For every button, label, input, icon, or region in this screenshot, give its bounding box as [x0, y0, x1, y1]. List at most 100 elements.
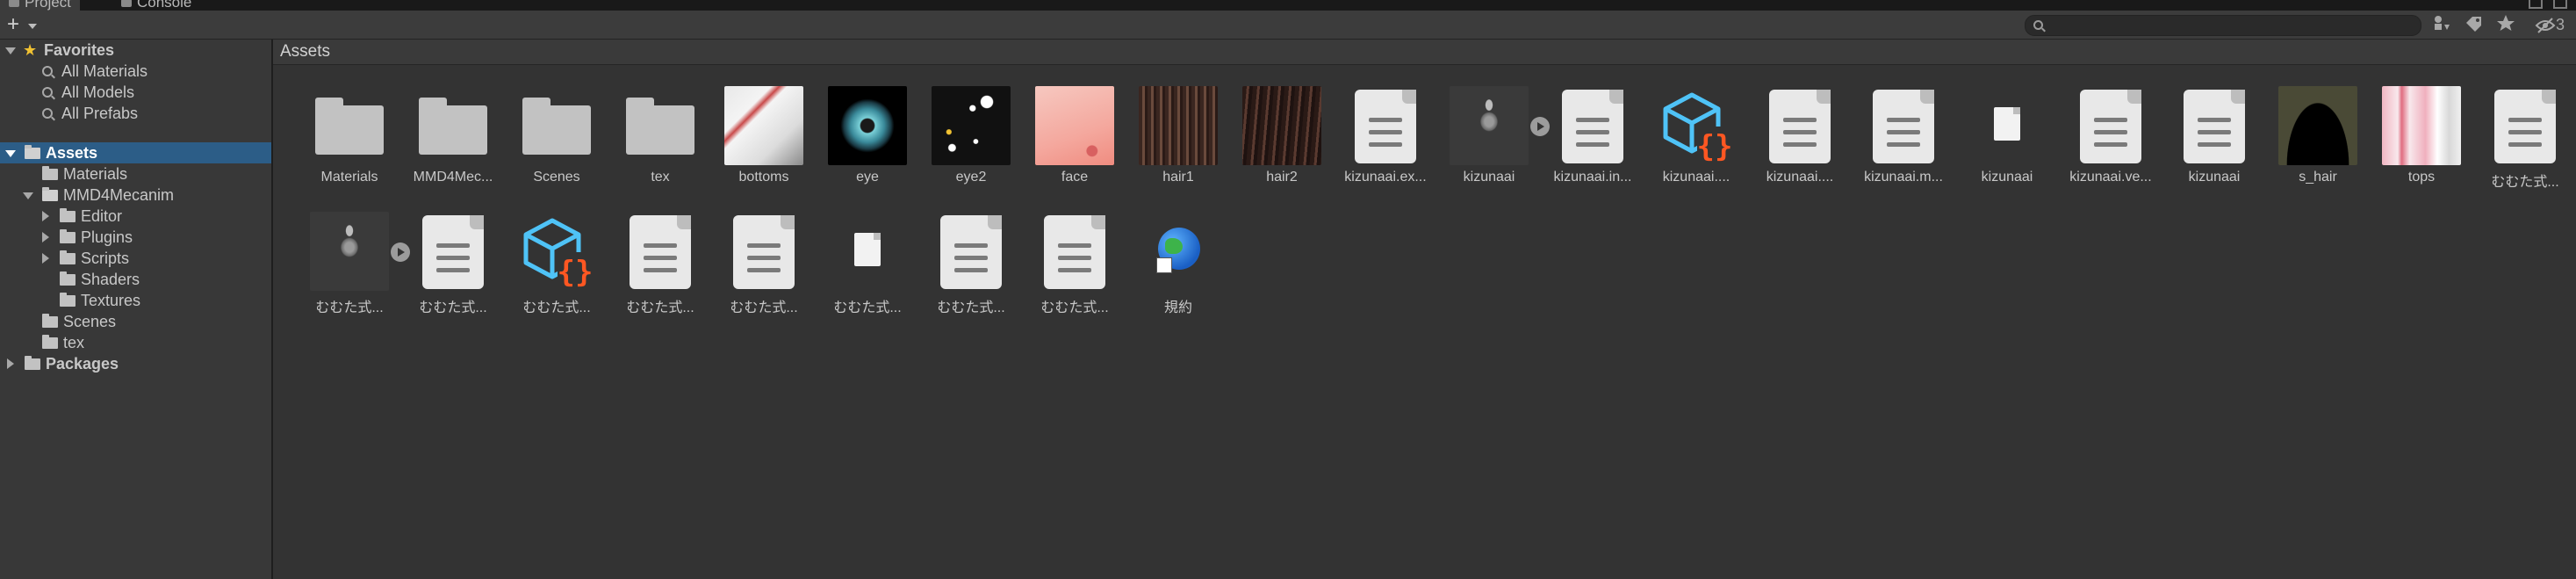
asset-item[interactable]: tex — [608, 79, 712, 193]
tree-item-scenes[interactable]: Scenes — [0, 311, 271, 332]
asset-item[interactable]: kizunaai — [2162, 79, 2266, 193]
asset-item[interactable]: eye2 — [919, 79, 1023, 193]
eye-slash-icon — [2535, 18, 2556, 33]
expand-arrow-icon[interactable] — [42, 211, 49, 221]
tree-item-packages[interactable]: Packages — [0, 353, 271, 374]
expand-arrow-icon[interactable] — [42, 253, 49, 264]
document-icon — [422, 215, 484, 289]
tab-console[interactable]: Console — [121, 0, 191, 11]
folder-icon — [25, 356, 40, 370]
maximize-icon[interactable] — [2529, 0, 2543, 9]
document-icon — [2494, 90, 2556, 163]
asset-item[interactable]: むむた式... — [919, 205, 1023, 319]
folder-open-icon — [25, 145, 40, 159]
texture-thumbnail — [1035, 86, 1114, 165]
project-toolbar: + 3 — [0, 11, 2576, 40]
asset-item[interactable]: {} kizunaai.... — [1644, 79, 1748, 193]
tree-item-plugins[interactable]: Plugins — [0, 227, 271, 248]
expand-arrow-icon[interactable] — [23, 192, 33, 199]
asset-item[interactable]: bottoms — [712, 79, 816, 193]
asset-item[interactable]: むむた式... — [401, 205, 505, 319]
asset-item[interactable]: s_hair — [2266, 79, 2370, 193]
tab-project[interactable]: Project — [0, 0, 80, 11]
asset-item[interactable]: hair2 — [1230, 79, 1334, 193]
folder-icon — [42, 335, 58, 349]
hidden-packages-button[interactable]: 3 — [2529, 14, 2571, 35]
asset-item[interactable]: hair1 — [1126, 79, 1230, 193]
project-tree-panel: ★ Favorites All Materials All Models All… — [0, 40, 273, 579]
tree-item-shaders[interactable]: Shaders — [0, 269, 271, 290]
script-asset-icon: {} — [1663, 92, 1732, 164]
search-icon — [42, 66, 53, 76]
folder-icon — [60, 293, 76, 307]
folder-icon — [522, 98, 591, 155]
star-icon — [2497, 15, 2515, 31]
asset-item[interactable]: むむた式... — [298, 205, 410, 319]
breadcrumb: Assets — [273, 40, 2576, 65]
favorite-all-materials[interactable]: All Materials — [0, 61, 271, 82]
search-by-type-button[interactable] — [2430, 14, 2455, 35]
document-icon — [1355, 90, 1416, 163]
asset-item[interactable]: {} むむた式... — [505, 205, 608, 319]
chevron-down-icon — [28, 24, 37, 29]
asset-item[interactable]: kizunaai.ex... — [1334, 79, 1437, 193]
folder-icon — [42, 166, 58, 180]
console-icon — [121, 0, 132, 8]
asset-item[interactable]: むむた式... — [712, 205, 816, 319]
asset-item[interactable]: むむた式... — [816, 205, 919, 319]
asset-item[interactable]: face — [1023, 79, 1126, 193]
document-icon — [1562, 90, 1623, 163]
asset-item[interactable]: Scenes — [505, 79, 608, 193]
script-asset-icon: {} — [523, 218, 594, 290]
tree-item-mmd4mecanim[interactable]: MMD4Mecanim — [0, 185, 271, 206]
asset-item[interactable]: kizunaai.... — [1748, 79, 1852, 193]
asset-item[interactable]: kizunaai.ve... — [2059, 79, 2162, 193]
search-input[interactable] — [2025, 15, 2421, 36]
asset-item[interactable]: 規約 — [1126, 205, 1230, 319]
asset-item[interactable]: tops — [2370, 79, 2473, 193]
document-icon — [1873, 90, 1934, 163]
asset-item[interactable]: Materials — [298, 79, 401, 193]
document-icon — [733, 215, 795, 289]
document-icon — [940, 215, 1002, 289]
texture-thumbnail — [932, 86, 1011, 165]
asset-browser-panel: Assets Materials MMD4Mec... Scenes tex b… — [273, 40, 2576, 579]
tree-item-editor[interactable]: Editor — [0, 206, 271, 227]
breadcrumb-assets[interactable]: Assets — [280, 40, 330, 64]
expand-arrow-icon[interactable] — [5, 47, 16, 54]
asset-item[interactable]: kizunaai.m... — [1852, 79, 1955, 193]
asset-item[interactable]: kizunaai — [1437, 79, 1550, 193]
tree-item-textures[interactable]: Textures — [0, 290, 271, 311]
favorite-button[interactable] — [2493, 14, 2518, 35]
search-by-label-button[interactable] — [2462, 14, 2486, 35]
expand-arrow-icon[interactable] — [7, 358, 14, 369]
texture-thumbnail — [2278, 86, 2357, 165]
expand-arrow-icon[interactable] — [42, 232, 49, 242]
folder-icon — [419, 98, 487, 155]
search-icon — [42, 87, 53, 98]
tree-item-tex[interactable]: tex — [0, 332, 271, 353]
asset-item[interactable]: むむた式... — [1023, 205, 1126, 319]
expand-arrow-icon[interactable] — [5, 150, 16, 157]
asset-item[interactable]: kizunaai.in... — [1541, 79, 1644, 193]
favorite-all-prefabs[interactable]: All Prefabs — [0, 103, 271, 124]
tree-item-assets[interactable]: Assets — [0, 142, 271, 163]
asset-item[interactable]: むむた式... — [2473, 79, 2576, 193]
create-button[interactable]: + — [7, 13, 42, 36]
model-thumbnail — [1450, 86, 1529, 165]
asset-item[interactable]: MMD4Mec... — [401, 79, 505, 193]
asset-item[interactable]: むむた式... — [608, 205, 712, 319]
svg-text:{}: {} — [558, 255, 594, 290]
more-options-icon[interactable] — [2553, 0, 2567, 9]
texture-thumbnail — [1139, 86, 1218, 165]
tree-item-materials[interactable]: Materials — [0, 163, 271, 185]
favorite-all-models[interactable]: All Models — [0, 82, 271, 103]
folder-icon — [60, 250, 76, 264]
asset-item[interactable]: kizunaai — [1955, 79, 2059, 193]
tag-icon — [2466, 17, 2481, 32]
tree-item-scripts[interactable]: Scripts — [0, 248, 271, 269]
asset-item[interactable]: eye — [816, 79, 919, 193]
search-icon — [42, 108, 53, 119]
blank-file-icon — [854, 233, 881, 266]
tree-item-favorites[interactable]: ★ Favorites — [0, 40, 271, 61]
